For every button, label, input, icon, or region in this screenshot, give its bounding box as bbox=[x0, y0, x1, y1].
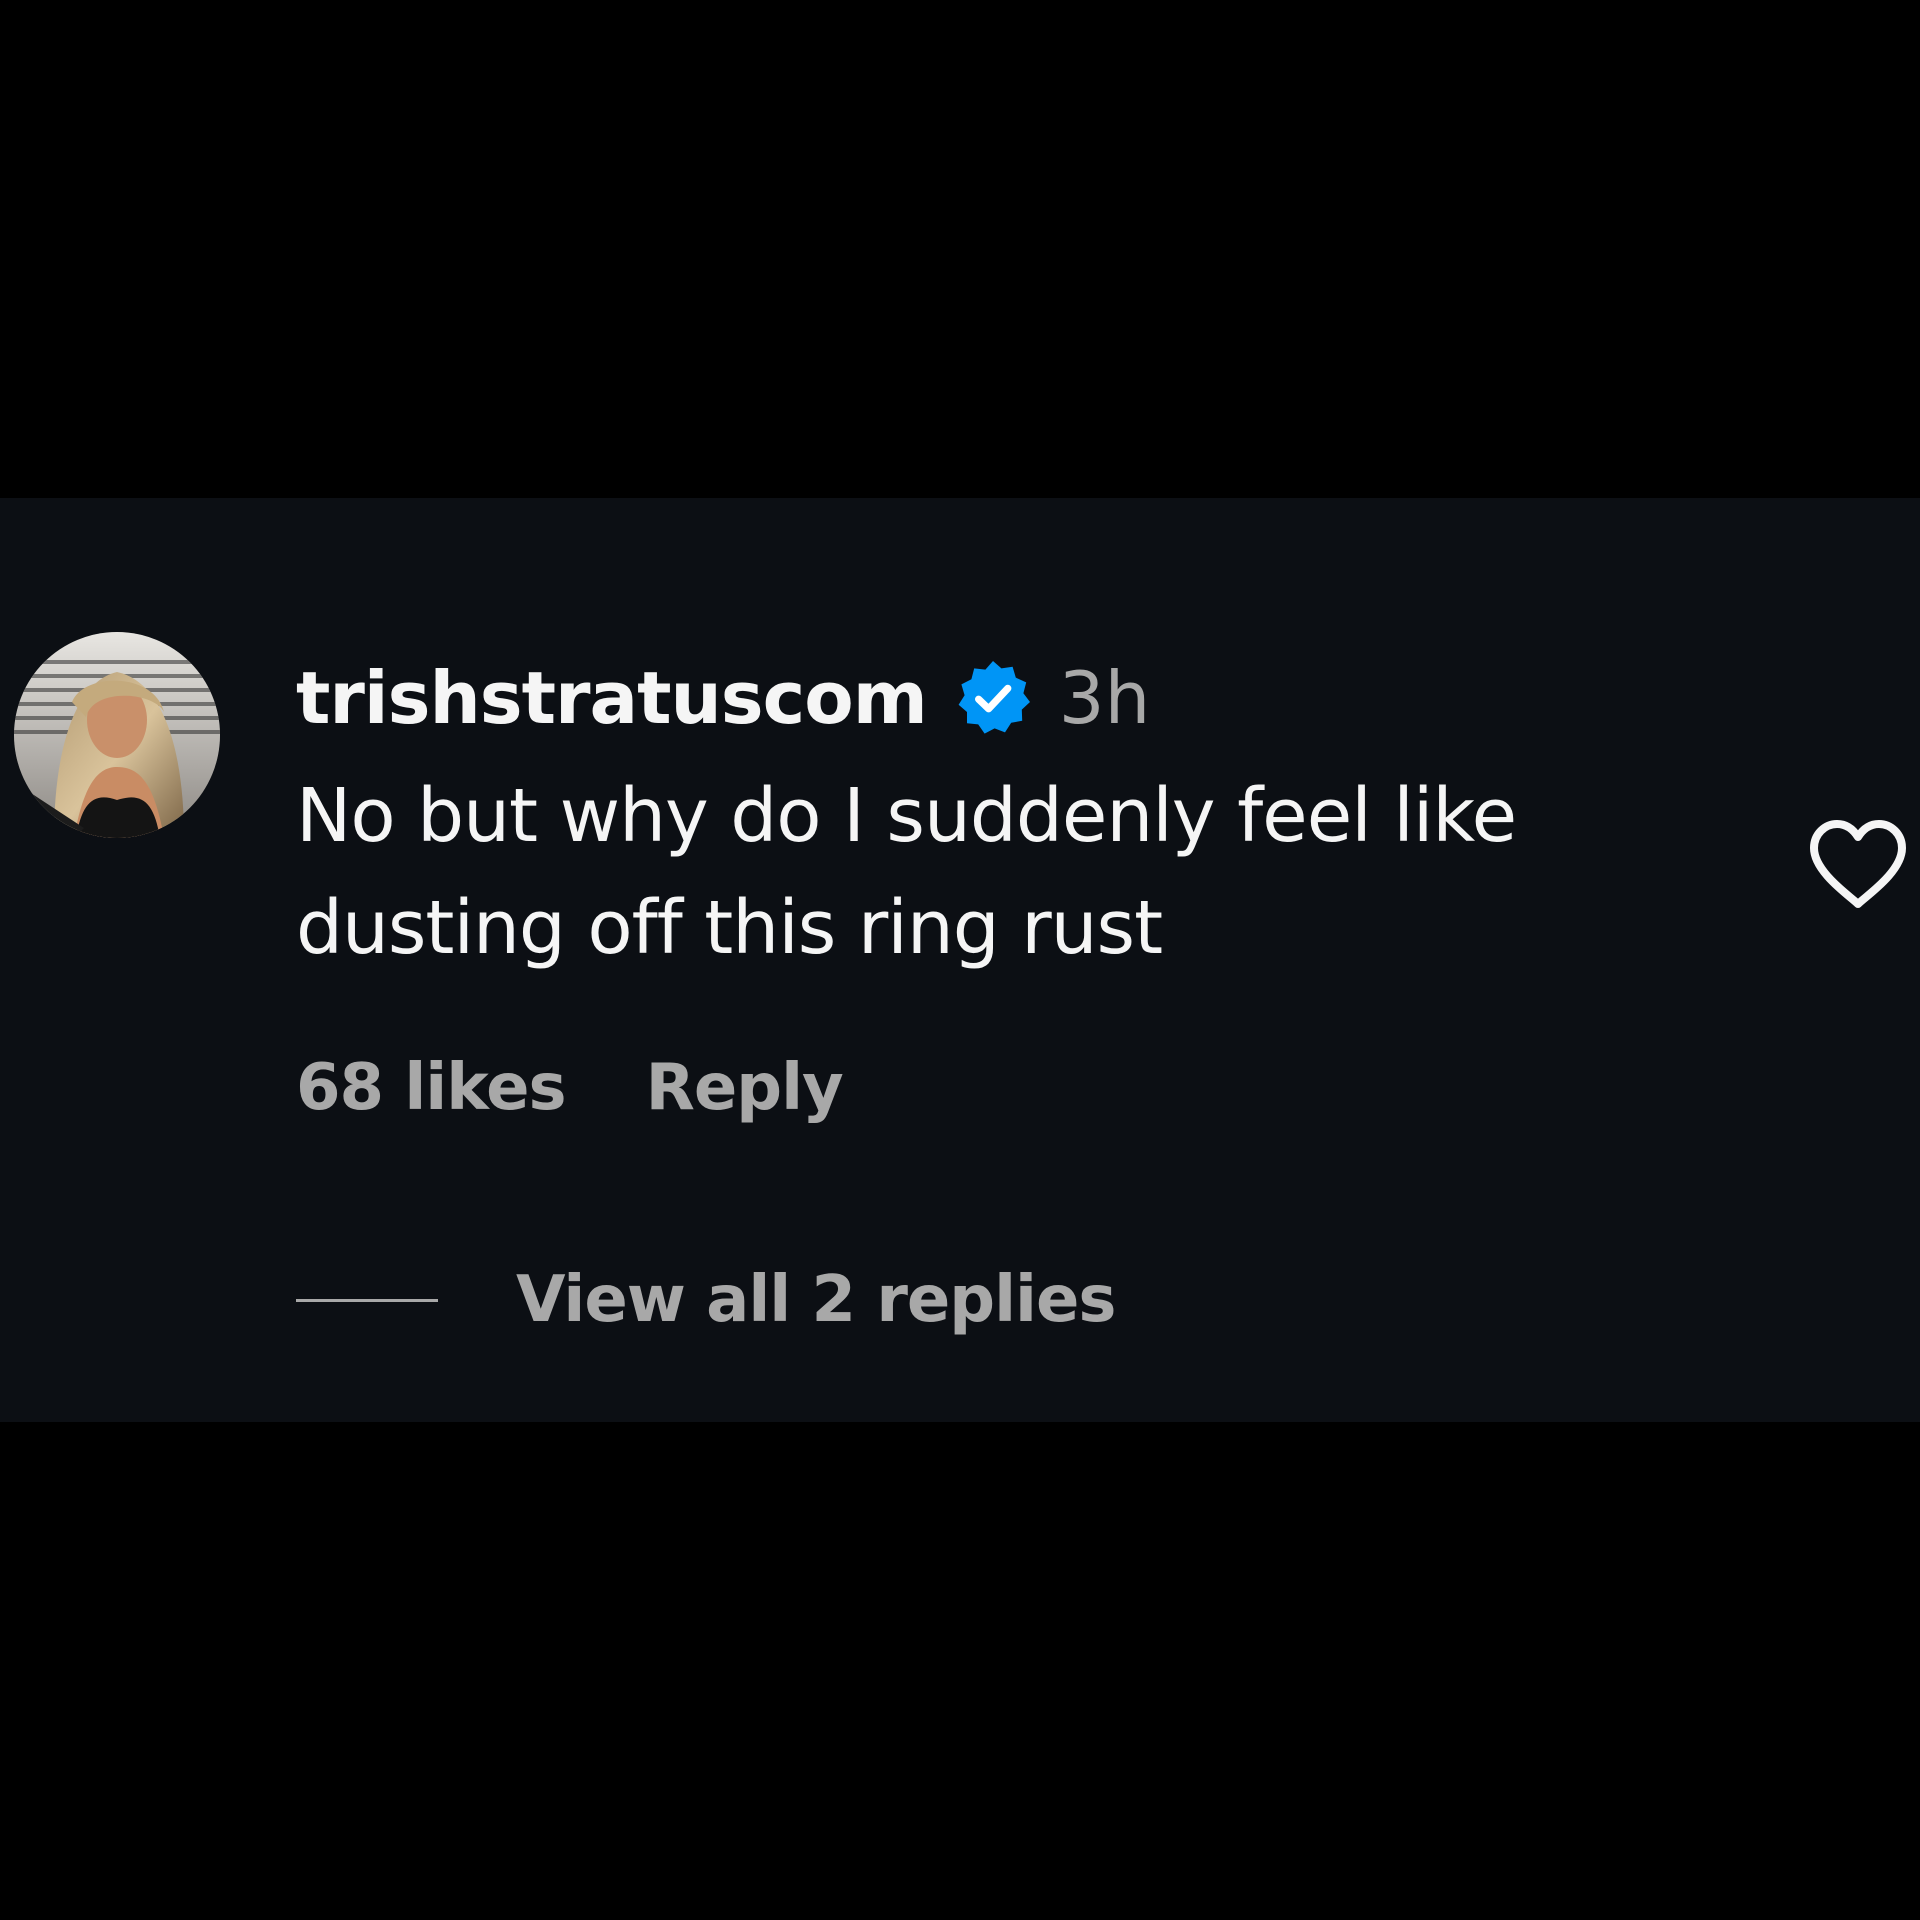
likes-count[interactable]: 68 likes bbox=[296, 1051, 567, 1125]
username-link[interactable]: trishstratuscom bbox=[296, 656, 928, 740]
screenshot-frame: trishstratuscom 3h No but why do I sudde… bbox=[0, 0, 1920, 1920]
avatar-image bbox=[14, 632, 220, 838]
verified-badge-icon bbox=[953, 658, 1033, 738]
comment-actions: 68 likes Reply bbox=[296, 1038, 844, 1138]
timestamp: 3h bbox=[1058, 656, 1151, 740]
comment-header: trishstratuscom 3h bbox=[296, 648, 1150, 748]
comment-text: No but why do I suddenly feel like dusti… bbox=[296, 773, 1517, 971]
comment-card: trishstratuscom 3h No but why do I sudde… bbox=[0, 498, 1920, 1422]
reply-button[interactable]: Reply bbox=[646, 1051, 844, 1125]
avatar[interactable] bbox=[14, 632, 220, 838]
view-replies-row: View all 2 replies bbox=[296, 1250, 1116, 1350]
replies-divider-line bbox=[296, 1298, 438, 1302]
heart-outline-icon[interactable] bbox=[1806, 816, 1910, 912]
view-replies-button[interactable]: View all 2 replies bbox=[516, 1263, 1116, 1337]
